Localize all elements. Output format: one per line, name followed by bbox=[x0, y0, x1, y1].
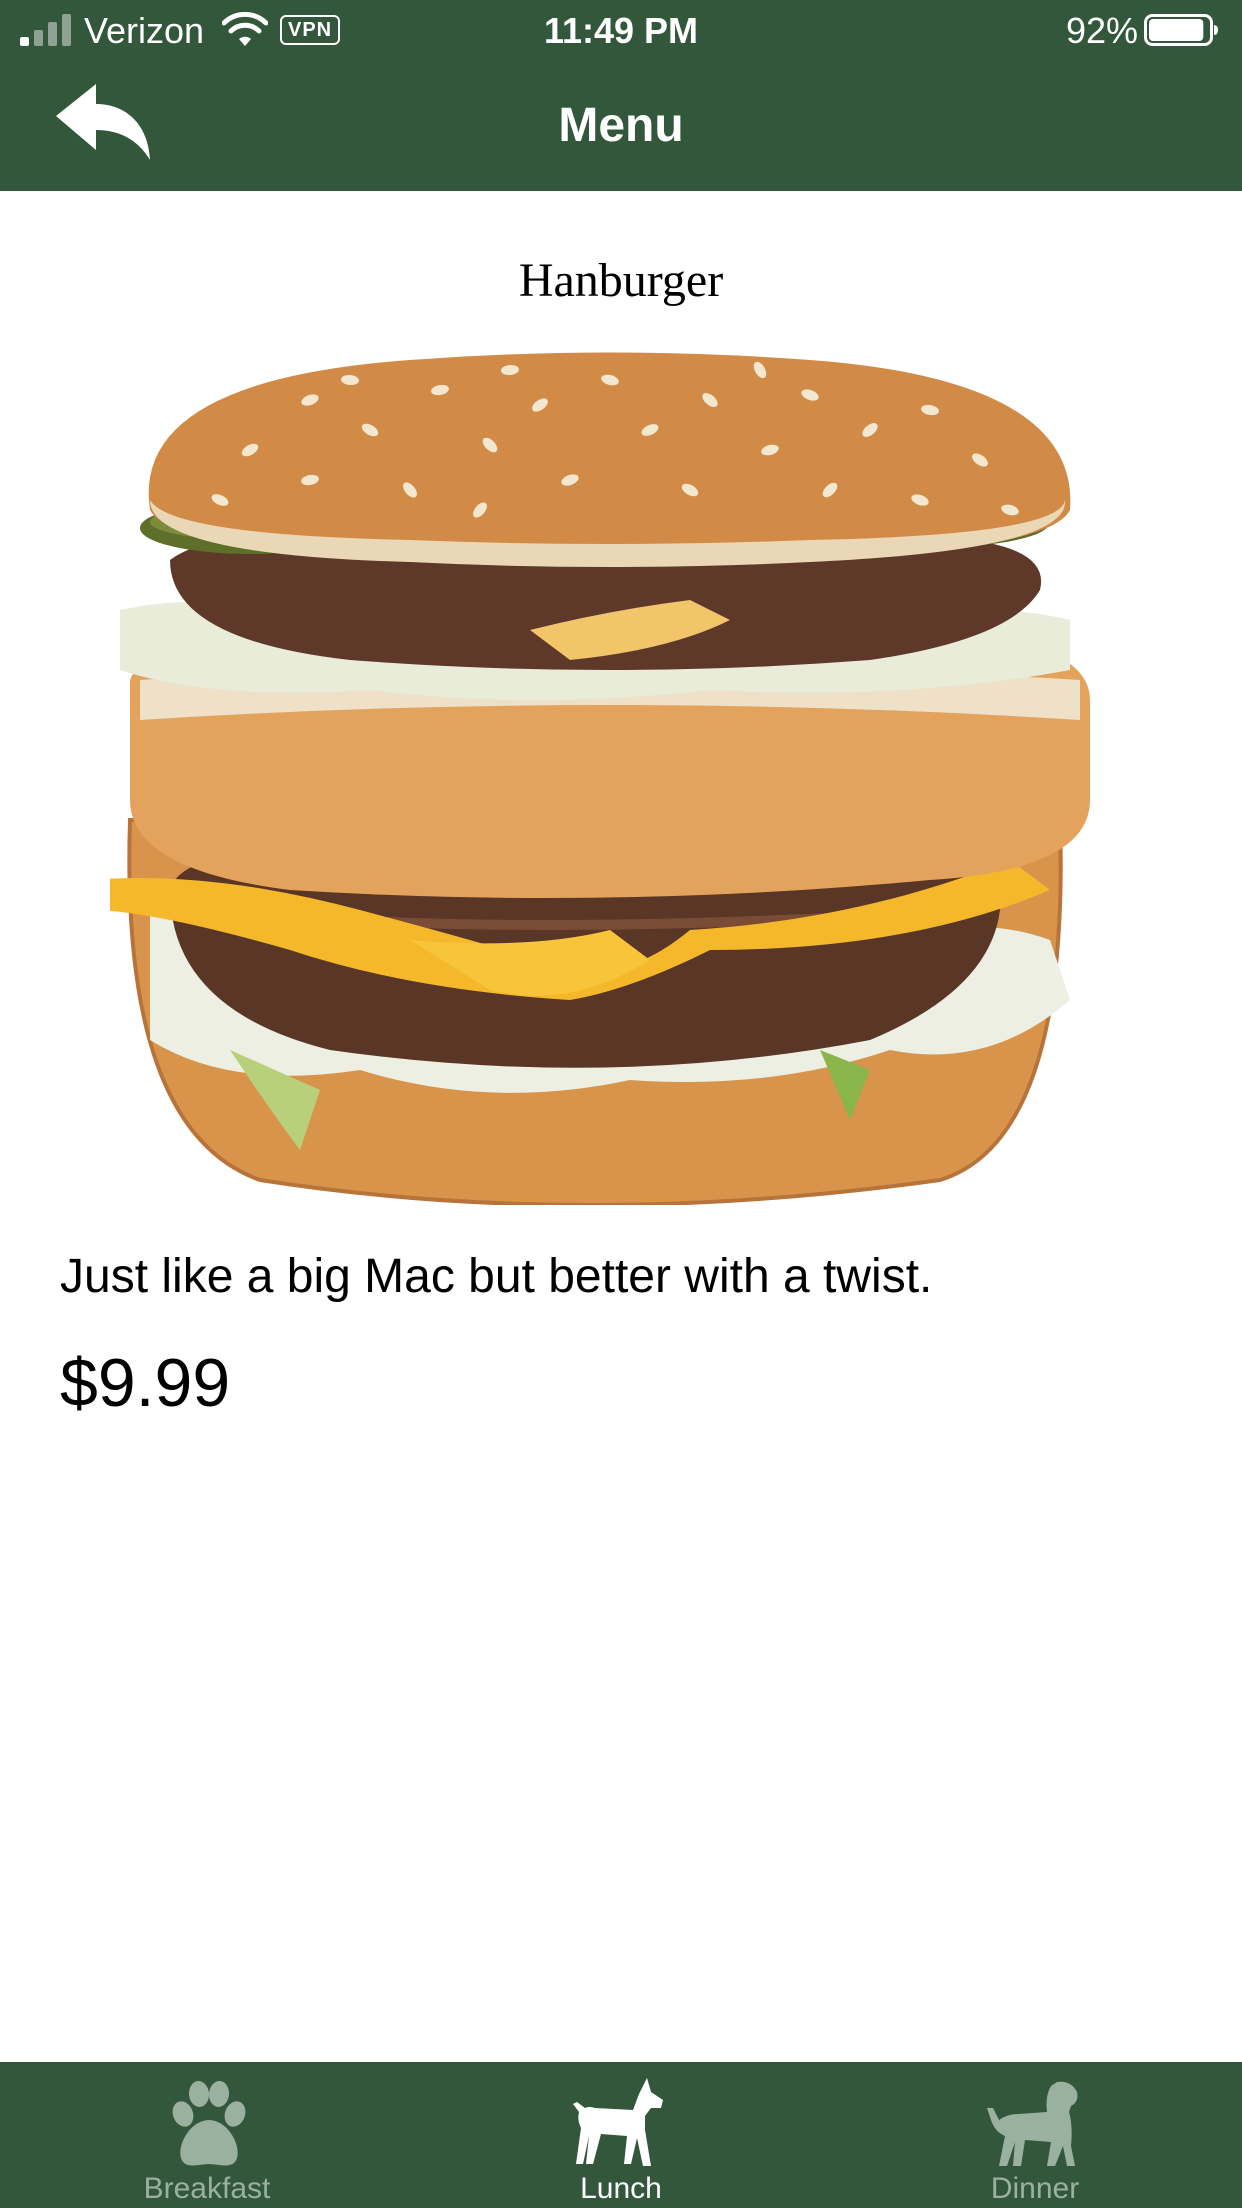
page-title: Menu bbox=[558, 99, 684, 152]
tab-label: Dinner bbox=[990, 2172, 1080, 2205]
navigation-bar: Menu bbox=[0, 62, 1242, 191]
status-bar: Verizon VPN 11:49 PM 92% bbox=[0, 0, 1242, 62]
dog-icon bbox=[573, 2078, 663, 2166]
status-time: 11:49 PM bbox=[543, 10, 699, 51]
back-button[interactable] bbox=[54, 82, 154, 164]
item-price: $9.99 bbox=[60, 1345, 231, 1421]
top-bar: Verizon VPN 11:49 PM 92% Menu bbox=[0, 0, 1242, 191]
item-description: Just like a big Mac but better with a tw… bbox=[60, 1250, 933, 1303]
burger-image bbox=[110, 352, 1090, 1205]
tab-bar: Breakfast Lunch Dinner bbox=[0, 2062, 1242, 2208]
tab-lunch[interactable]: Lunch bbox=[414, 2062, 828, 2208]
back-reply-arrow-icon bbox=[56, 84, 150, 160]
tab-label: Breakfast bbox=[143, 2172, 271, 2205]
battery-percent: 92% bbox=[1065, 10, 1138, 51]
monkey-icon bbox=[987, 2081, 1078, 2166]
tab-breakfast[interactable]: Breakfast bbox=[0, 2062, 414, 2208]
paw-print-icon bbox=[172, 2081, 246, 2166]
tab-dinner[interactable]: Dinner bbox=[828, 2062, 1242, 2208]
item-name: Hanburger bbox=[518, 254, 724, 307]
battery-icon bbox=[1144, 14, 1218, 46]
tab-label: Lunch bbox=[580, 2172, 662, 2205]
